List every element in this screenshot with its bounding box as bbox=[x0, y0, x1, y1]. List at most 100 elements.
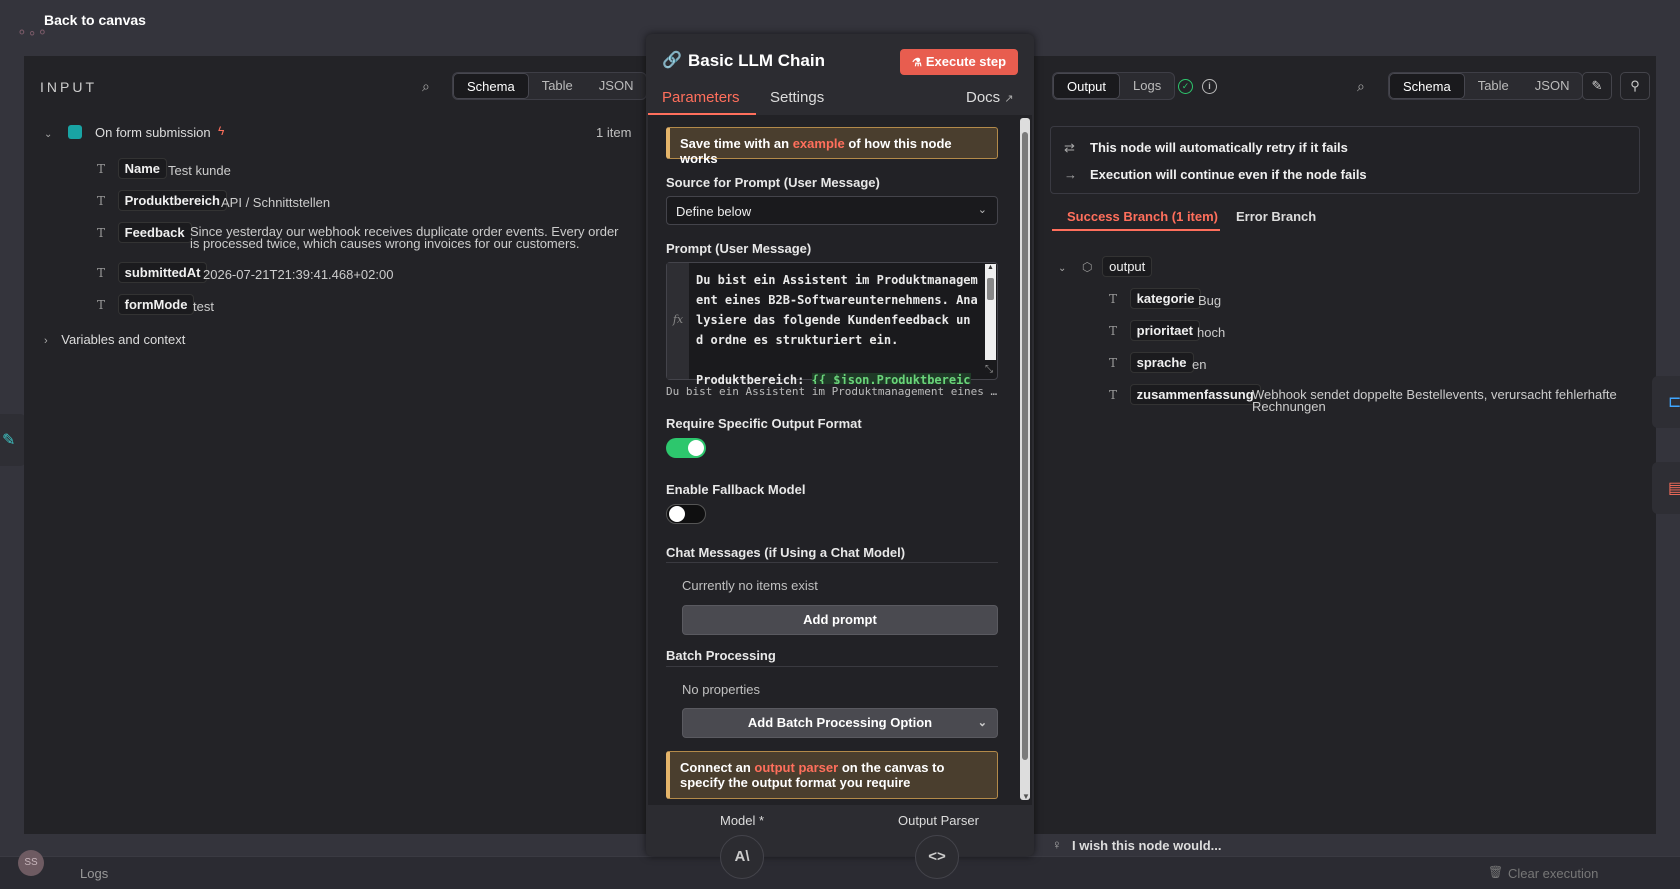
input-tab-json[interactable]: JSON bbox=[586, 73, 647, 99]
source-prompt-select[interactable]: Define below ⌄ bbox=[666, 196, 998, 225]
field-value: Webhook sendet doppelte Bestellevents, v… bbox=[1252, 387, 1617, 414]
text-type-icon: T bbox=[96, 266, 105, 280]
search-icon[interactable]: ⌕ bbox=[1357, 78, 1373, 94]
back-to-canvas-link[interactable]: Back to canvas bbox=[44, 12, 146, 28]
output-tab-json[interactable]: JSON bbox=[1522, 73, 1583, 99]
output-root-key[interactable]: output bbox=[1102, 256, 1153, 277]
variables-context-row[interactable]: › Variables and context bbox=[44, 332, 185, 347]
avatar[interactable]: SS bbox=[18, 850, 44, 876]
field-key[interactable]: kategorie bbox=[1129, 288, 1202, 309]
field-value: Test kunde bbox=[168, 163, 231, 178]
chevron-down-icon[interactable]: ⌄ bbox=[1058, 263, 1066, 274]
input-field-row: T submittedAt bbox=[94, 262, 208, 283]
add-prompt-button[interactable]: Add prompt bbox=[682, 605, 998, 635]
field-key[interactable]: zusammenfassung bbox=[1129, 384, 1261, 405]
output-logs-switch: Output Logs bbox=[1052, 72, 1176, 100]
external-link-icon: ↗ bbox=[1004, 93, 1014, 105]
execute-label: Execute step bbox=[925, 54, 1007, 69]
docs-label: Docs bbox=[966, 89, 1001, 106]
output-root-row[interactable]: ⌄ ⬡ output bbox=[1058, 256, 1153, 277]
output-tab-schema[interactable]: Schema bbox=[1389, 73, 1465, 99]
output-parser-connector[interactable]: <> bbox=[915, 835, 959, 879]
input-field-row: T formMode bbox=[94, 294, 195, 315]
prompt-preview: Du bist ein Assistent im Produktmanageme… bbox=[666, 385, 998, 398]
text-type-icon: T bbox=[1108, 388, 1117, 402]
scroll-down-icon[interactable]: ▼ bbox=[1022, 792, 1030, 801]
output-parser-link[interactable]: output parser bbox=[754, 760, 838, 775]
docs-link[interactable]: Docs ↗ bbox=[966, 89, 1014, 106]
text-type-icon: T bbox=[96, 298, 105, 312]
tab-settings[interactable]: Settings bbox=[770, 89, 824, 106]
workflow-logo-icon: ⚬∘⚬ bbox=[16, 24, 49, 40]
chevron-down-icon: ⌄ bbox=[977, 204, 987, 216]
pin-data-button[interactable]: ⚲ bbox=[1620, 72, 1650, 100]
field-key[interactable]: Feedback bbox=[117, 222, 192, 243]
field-key[interactable]: formMode bbox=[117, 294, 195, 315]
output-tab-table[interactable]: Table bbox=[1465, 73, 1522, 99]
output-view-switch: Schema Table JSON bbox=[1388, 72, 1584, 100]
side-fab-bottom[interactable]: ▤ bbox=[1652, 462, 1680, 514]
logs-toggle[interactable]: Logs bbox=[80, 866, 108, 881]
code-expression: {{ $json.Produktbereic bbox=[811, 373, 971, 384]
panel-scroll-thumb[interactable] bbox=[1022, 132, 1028, 760]
tab-parameters[interactable]: Parameters bbox=[662, 89, 740, 106]
node-title[interactable]: Basic LLM Chain bbox=[688, 51, 825, 71]
link-icon: 🔗 bbox=[662, 52, 682, 69]
edit-side-fab[interactable]: ✎ bbox=[0, 414, 26, 466]
chat-messages-label: Chat Messages (if Using a Chat Model) bbox=[666, 545, 906, 560]
prompt-label: Prompt (User Message) bbox=[666, 241, 812, 256]
field-value: Bug bbox=[1198, 293, 1222, 308]
code-line: ent eines B2B-Softwareunternehmens. Ana bbox=[696, 293, 978, 307]
lightning-icon: ϟ bbox=[218, 124, 225, 138]
field-key[interactable]: submittedAt bbox=[117, 262, 208, 283]
divider bbox=[666, 562, 998, 563]
example-link[interactable]: example bbox=[793, 136, 845, 151]
scroll-up-icon[interactable]: ▲ bbox=[985, 264, 996, 274]
expression-fx-icon: fx bbox=[667, 263, 689, 379]
toggle-knob bbox=[688, 440, 704, 456]
info-icon[interactable]: i bbox=[1202, 79, 1217, 94]
text-type-icon: T bbox=[1108, 324, 1117, 338]
trigger-name: On form submission bbox=[95, 125, 211, 140]
search-icon[interactable]: ⌕ bbox=[422, 78, 438, 94]
fallback-label: Enable Fallback Model bbox=[666, 482, 806, 497]
add-batch-option-button[interactable]: Add Batch Processing Option ⌄ bbox=[682, 708, 998, 738]
divider bbox=[666, 666, 998, 667]
callout-text: Save time with an bbox=[680, 136, 793, 151]
field-value: hoch bbox=[1197, 325, 1226, 340]
feedback-link[interactable]: I wish this node would... bbox=[1072, 838, 1222, 853]
code-text: Produktbereich: bbox=[696, 373, 812, 384]
field-key[interactable]: Name bbox=[117, 158, 168, 179]
chevron-down-icon[interactable]: ⌄ bbox=[44, 129, 52, 140]
text-type-icon: T bbox=[96, 194, 105, 208]
node-add-icon: ⊏ bbox=[1668, 394, 1680, 411]
trigger-row[interactable]: ⌄ bbox=[44, 125, 52, 140]
fallback-toggle[interactable] bbox=[666, 504, 706, 524]
field-key[interactable]: Produktbereich bbox=[117, 190, 227, 211]
bottom-bar bbox=[0, 856, 1680, 889]
output-field-row: T prioritaet bbox=[1106, 320, 1200, 341]
trash-icon: 🗑 bbox=[1488, 865, 1504, 879]
input-tab-table[interactable]: Table bbox=[529, 73, 586, 99]
field-key[interactable]: sprache bbox=[1129, 352, 1194, 373]
require-format-toggle[interactable] bbox=[666, 438, 706, 458]
field-key[interactable]: prioritaet bbox=[1129, 320, 1200, 341]
tab-error-branch[interactable]: Error Branch bbox=[1236, 209, 1316, 224]
model-connector[interactable]: A\ bbox=[720, 835, 764, 879]
table-icon: ▤ bbox=[1668, 480, 1680, 497]
edit-output-button[interactable]: ✎ bbox=[1582, 72, 1612, 100]
input-tab-schema[interactable]: Schema bbox=[453, 73, 529, 99]
prompt-code[interactable]: Du bist ein Assistent im Produktmanagem e… bbox=[696, 270, 978, 384]
input-panel-title: INPUT bbox=[40, 79, 97, 95]
logs-tab[interactable]: Logs bbox=[1120, 73, 1174, 99]
side-fab-top[interactable]: ⊏ bbox=[1652, 376, 1680, 428]
pin-icon: ⚲ bbox=[1630, 78, 1640, 93]
output-tab[interactable]: Output bbox=[1053, 73, 1121, 99]
editor-scroll-thumb[interactable] bbox=[987, 278, 994, 300]
expand-editor-icon[interactable]: ⤡ bbox=[985, 364, 996, 376]
clear-execution-button[interactable]: Clear execution bbox=[1508, 866, 1598, 881]
success-check-icon: ✓ bbox=[1178, 79, 1193, 94]
tab-success-branch[interactable]: Success Branch (1 item) bbox=[1067, 209, 1218, 224]
execute-step-button[interactable]: ⚗ Execute step bbox=[900, 49, 1018, 75]
